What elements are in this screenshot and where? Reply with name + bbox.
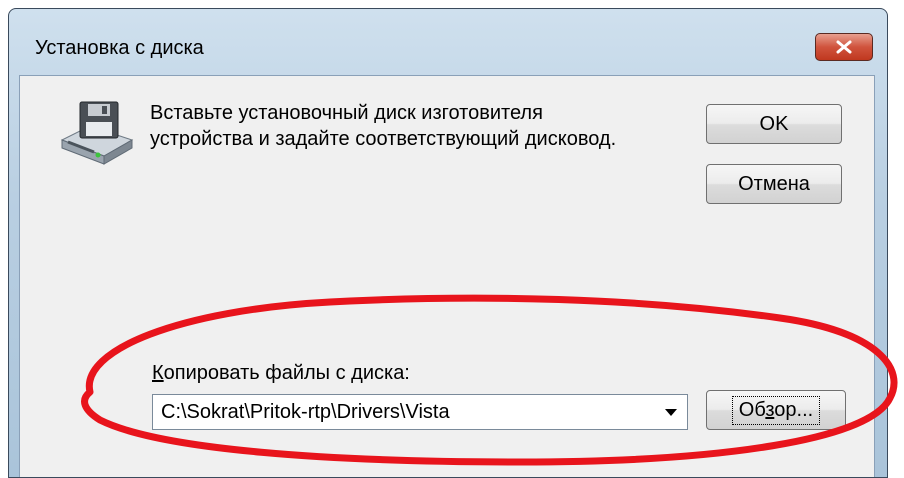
copy-label-text: опировать файлы с диска:	[163, 362, 410, 384]
path-combobox[interactable]: C:\Sokrat\Pritok-rtp\Drivers\Vista	[152, 394, 688, 430]
browse-button[interactable]: Обзор...	[706, 390, 846, 430]
copy-label-accesskey: К	[152, 362, 164, 384]
disk-drive-icon	[60, 101, 134, 165]
copy-files-label: Копировать файлы с диска:	[152, 362, 410, 385]
close-button[interactable]	[815, 33, 873, 61]
message-line-2: устройства и задайте соответствующий дис…	[150, 128, 617, 150]
title-bar[interactable]: Установка с диска	[9, 9, 887, 75]
dropdown-arrow-icon[interactable]	[665, 409, 677, 417]
browse-label-post: ор...	[774, 398, 814, 421]
install-from-disk-dialog: Установка с диска Вставьте установочный …	[8, 8, 888, 478]
window-title: Установка с диска	[35, 37, 204, 59]
message-line-1: Вставьте установочный диск изготовителя	[150, 102, 543, 124]
ok-button[interactable]: OK	[706, 104, 842, 144]
dialog-body: Вставьте установочный диск изготовителя …	[19, 75, 875, 477]
close-icon	[836, 40, 852, 54]
instruction-message: Вставьте установочный диск изготовителя …	[150, 100, 690, 152]
browse-focus-rect: Обзор...	[731, 395, 821, 425]
path-value: C:\Sokrat\Pritok-rtp\Drivers\Vista	[161, 401, 450, 423]
browse-label-accesskey: з	[765, 398, 775, 421]
browse-label-pre: Об	[738, 398, 766, 421]
cancel-button[interactable]: Отмена	[706, 164, 842, 204]
